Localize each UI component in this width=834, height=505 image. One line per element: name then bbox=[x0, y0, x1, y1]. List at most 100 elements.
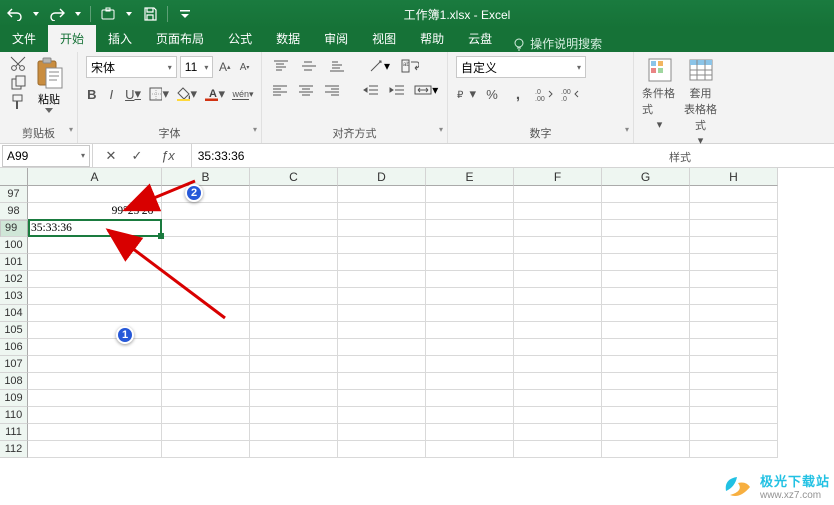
cell[interactable] bbox=[514, 305, 602, 322]
wrap-text-icon[interactable]: ab bbox=[396, 56, 424, 76]
tab-data[interactable]: 数据 bbox=[264, 25, 312, 52]
dropdown-icon[interactable] bbox=[74, 5, 82, 23]
cell[interactable] bbox=[602, 203, 690, 220]
cell[interactable] bbox=[602, 339, 690, 356]
cell[interactable] bbox=[602, 441, 690, 458]
cell[interactable] bbox=[338, 186, 426, 203]
cancel-icon[interactable]: ✕ bbox=[103, 148, 119, 164]
align-center-icon[interactable] bbox=[296, 80, 316, 100]
cell[interactable] bbox=[690, 288, 778, 305]
column-header[interactable]: F bbox=[514, 168, 602, 186]
cell[interactable] bbox=[250, 186, 338, 203]
cell[interactable] bbox=[602, 220, 690, 237]
column-header[interactable]: E bbox=[426, 168, 514, 186]
cell[interactable] bbox=[338, 441, 426, 458]
cell[interactable] bbox=[514, 390, 602, 407]
format-as-table-button[interactable]: 套用 表格格式▾ bbox=[683, 56, 718, 147]
align-bottom-icon[interactable] bbox=[326, 56, 348, 76]
cell[interactable]: 35:33:36 bbox=[28, 220, 162, 237]
row-header[interactable]: 108 bbox=[0, 373, 28, 390]
redo-icon[interactable] bbox=[48, 5, 66, 23]
cell[interactable] bbox=[514, 373, 602, 390]
column-header[interactable]: A bbox=[28, 168, 162, 186]
cell[interactable] bbox=[250, 441, 338, 458]
cell[interactable] bbox=[28, 356, 162, 373]
phonetic-button[interactable]: wén▾ bbox=[233, 84, 253, 104]
cell[interactable] bbox=[162, 441, 250, 458]
cell[interactable] bbox=[426, 254, 514, 271]
tab-home[interactable]: 开始 bbox=[48, 25, 96, 52]
row-header[interactable]: 110 bbox=[0, 407, 28, 424]
increase-decimal-icon[interactable]: .0.00 bbox=[534, 84, 554, 104]
cell[interactable] bbox=[514, 237, 602, 254]
row-header[interactable]: 100 bbox=[0, 237, 28, 254]
row-header[interactable]: 105 bbox=[0, 322, 28, 339]
cell[interactable] bbox=[690, 322, 778, 339]
tab-cloud[interactable]: 云盘 bbox=[456, 25, 504, 52]
merge-center-icon[interactable]: ▾ bbox=[414, 80, 440, 100]
group-label-font[interactable]: 字体 bbox=[86, 123, 253, 141]
cell[interactable] bbox=[250, 305, 338, 322]
cell[interactable] bbox=[28, 339, 162, 356]
cell[interactable] bbox=[162, 305, 250, 322]
underline-button[interactable]: U▾ bbox=[125, 84, 141, 104]
increase-indent-icon[interactable] bbox=[387, 80, 407, 100]
enter-icon[interactable]: ✓ bbox=[129, 148, 145, 164]
cell[interactable] bbox=[28, 237, 162, 254]
cell[interactable] bbox=[338, 305, 426, 322]
row-header[interactable]: 106 bbox=[0, 339, 28, 356]
row-header[interactable]: 111 bbox=[0, 424, 28, 441]
dropdown-icon[interactable] bbox=[32, 5, 40, 23]
border-button[interactable]: ▾ bbox=[149, 84, 169, 104]
cell[interactable] bbox=[514, 254, 602, 271]
cell[interactable] bbox=[250, 288, 338, 305]
cell[interactable] bbox=[426, 322, 514, 339]
cell[interactable] bbox=[602, 407, 690, 424]
formula-bar-input[interactable]: 35:33:36 bbox=[192, 149, 834, 163]
accounting-format-icon[interactable]: ₽▾ bbox=[456, 84, 476, 104]
cell[interactable] bbox=[162, 237, 250, 254]
cell[interactable] bbox=[250, 390, 338, 407]
cell[interactable] bbox=[690, 271, 778, 288]
cell[interactable] bbox=[28, 186, 162, 203]
cell[interactable]: 99°25′26″ bbox=[28, 203, 162, 220]
customize-qat-icon[interactable] bbox=[176, 5, 194, 23]
cell[interactable] bbox=[250, 220, 338, 237]
cell[interactable] bbox=[162, 356, 250, 373]
align-left-icon[interactable] bbox=[270, 80, 290, 100]
cell[interactable] bbox=[338, 254, 426, 271]
cell[interactable] bbox=[690, 203, 778, 220]
cell[interactable] bbox=[338, 220, 426, 237]
cell[interactable] bbox=[162, 254, 250, 271]
tell-me[interactable]: 操作说明搜索 bbox=[504, 35, 610, 52]
cell[interactable] bbox=[426, 186, 514, 203]
name-box[interactable]: A99▾ bbox=[2, 145, 90, 167]
touch-mode-icon[interactable] bbox=[99, 5, 117, 23]
cell[interactable] bbox=[338, 203, 426, 220]
cell[interactable] bbox=[338, 424, 426, 441]
cells[interactable]: 99°25′26″35:33:36 bbox=[28, 186, 778, 458]
cell[interactable] bbox=[690, 254, 778, 271]
orientation-icon[interactable]: ▾ bbox=[368, 56, 390, 76]
cell[interactable] bbox=[514, 441, 602, 458]
cell[interactable] bbox=[162, 322, 250, 339]
cell[interactable] bbox=[426, 305, 514, 322]
cell[interactable] bbox=[426, 441, 514, 458]
percent-icon[interactable]: % bbox=[482, 84, 502, 104]
cell[interactable] bbox=[162, 339, 250, 356]
align-middle-icon[interactable] bbox=[298, 56, 320, 76]
cell[interactable] bbox=[338, 339, 426, 356]
row-header[interactable]: 103 bbox=[0, 288, 28, 305]
cell[interactable] bbox=[690, 407, 778, 424]
paste-button[interactable]: 粘贴 bbox=[32, 56, 66, 113]
row-header[interactable]: 102 bbox=[0, 271, 28, 288]
decrease-indent-icon[interactable] bbox=[361, 80, 381, 100]
align-top-icon[interactable] bbox=[270, 56, 292, 76]
cell[interactable] bbox=[426, 271, 514, 288]
tab-review[interactable]: 审阅 bbox=[312, 25, 360, 52]
cell[interactable] bbox=[426, 288, 514, 305]
conditional-formatting-button[interactable]: 条件格式▾ bbox=[642, 56, 677, 147]
tab-file[interactable]: 文件 bbox=[0, 25, 48, 52]
cell[interactable] bbox=[28, 254, 162, 271]
cell[interactable] bbox=[690, 186, 778, 203]
